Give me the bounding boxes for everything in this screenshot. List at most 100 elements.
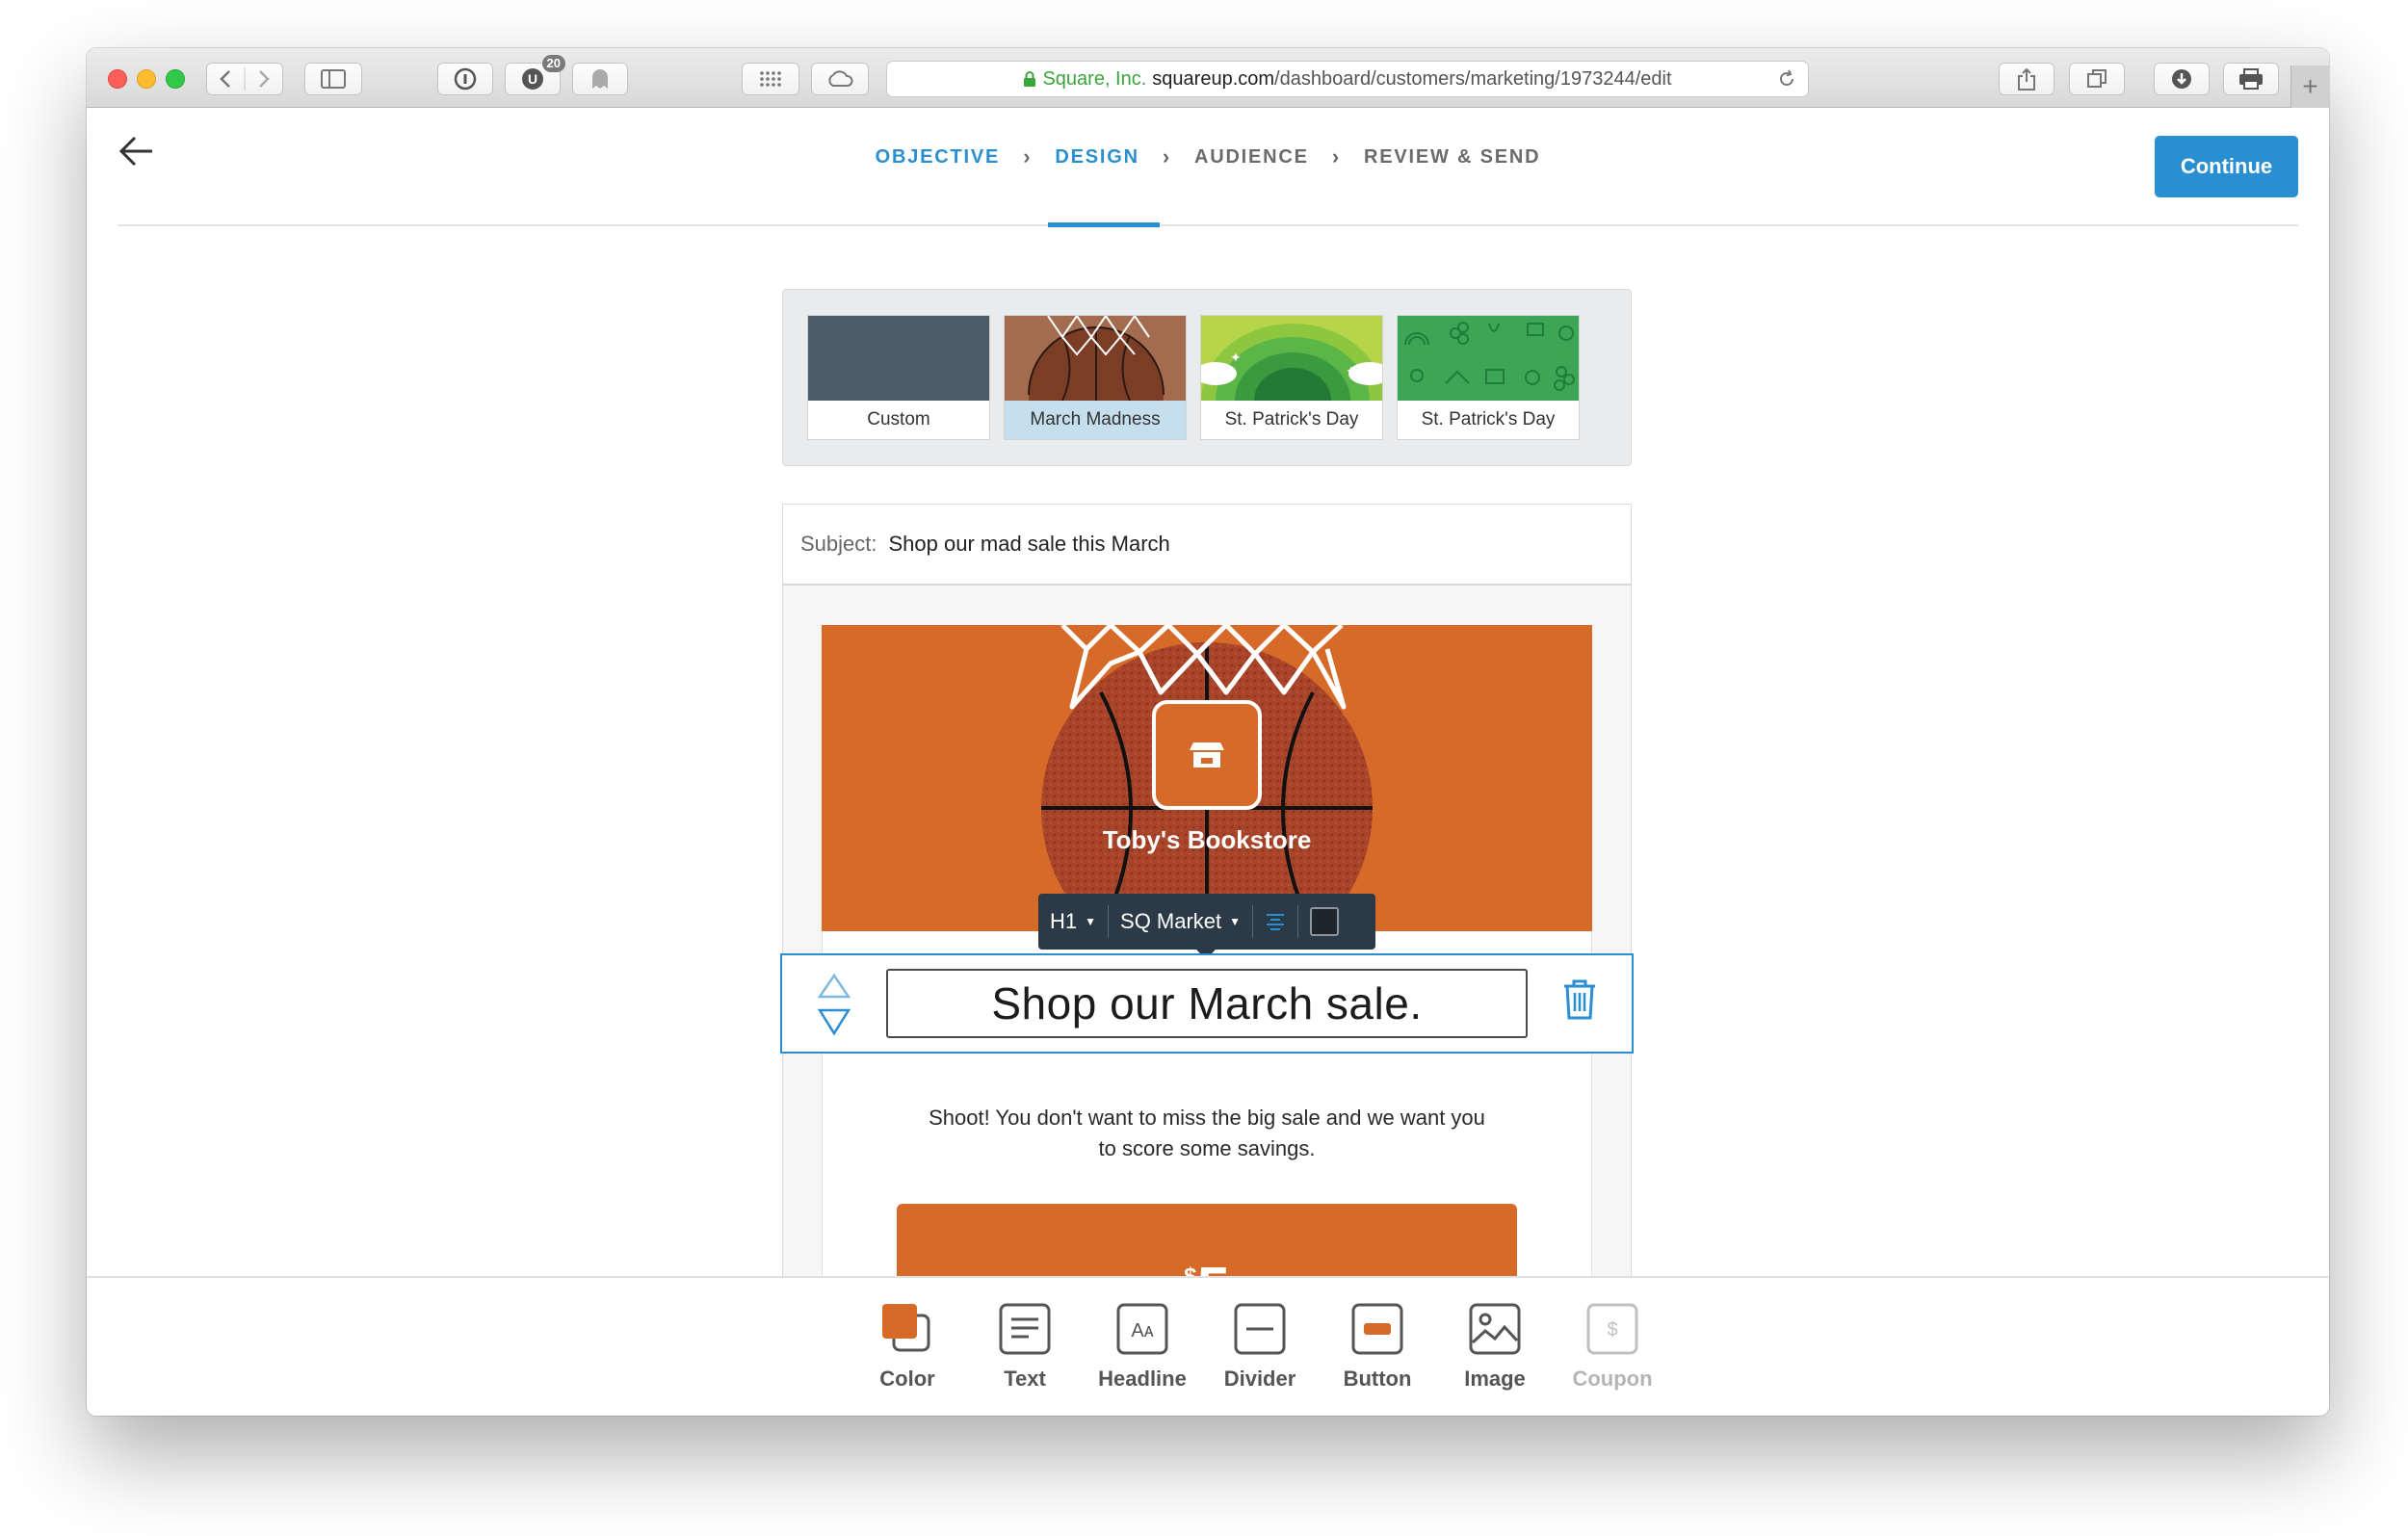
tool-label: Divider bbox=[1223, 1367, 1296, 1391]
image-icon bbox=[1442, 1299, 1548, 1359]
tool-label: Button bbox=[1343, 1367, 1412, 1391]
heading-level-dropdown[interactable]: H1 ▼ bbox=[1038, 894, 1108, 950]
caret-down-icon: ▼ bbox=[1229, 915, 1242, 928]
template-picker: Custom March Madness ✦ ✦ St. Patrick's D… bbox=[782, 289, 1632, 466]
step-audience[interactable]: AUDIENCE bbox=[1192, 146, 1311, 169]
printer-icon bbox=[2239, 68, 2263, 90]
icloud-tabs-button[interactable] bbox=[811, 63, 869, 95]
text-color-swatch bbox=[1310, 907, 1340, 936]
wizard-steps: OBJECTIVE › DESIGN › AUDIENCE › REVIEW &… bbox=[87, 144, 2329, 169]
template-label: March Madness bbox=[1005, 401, 1186, 439]
trash-icon bbox=[1564, 979, 1595, 1020]
store-name: Toby's Bookstore bbox=[1102, 825, 1312, 854]
template-march-madness[interactable]: March Madness bbox=[1004, 315, 1187, 440]
template-label: St. Patrick's Day bbox=[1421, 409, 1556, 430]
step-objective[interactable]: OBJECTIVE bbox=[874, 146, 1003, 169]
button-block-icon bbox=[1324, 1299, 1430, 1359]
headline-icon: Aᴀ bbox=[1089, 1299, 1195, 1359]
template-label: St. Patrick's Day bbox=[1224, 409, 1359, 430]
lock-icon bbox=[1024, 71, 1036, 87]
tabs-icon bbox=[2087, 69, 2107, 88]
tab-overview-button[interactable] bbox=[2069, 63, 2125, 95]
back-forward-icon bbox=[220, 67, 270, 91]
delete-block-button[interactable] bbox=[1562, 978, 1597, 1026]
tool-color[interactable]: Color bbox=[854, 1299, 960, 1392]
secure-site-label: Square, Inc. bbox=[1042, 67, 1147, 90]
minimize-window-button[interactable] bbox=[137, 69, 156, 89]
move-block-down-button[interactable] bbox=[817, 1007, 851, 1041]
text-color-button[interactable] bbox=[1298, 894, 1350, 950]
share-icon bbox=[2018, 67, 2035, 91]
tool-text[interactable]: Text bbox=[972, 1299, 1078, 1392]
storefront-icon bbox=[1188, 737, 1226, 776]
chevron-right-icon: › bbox=[1162, 144, 1171, 169]
sidebar-icon bbox=[321, 69, 346, 89]
active-step-indicator bbox=[1048, 222, 1160, 227]
reload-icon[interactable] bbox=[1777, 69, 1796, 94]
triangle-down-icon bbox=[817, 1008, 851, 1036]
move-block-up-button[interactable] bbox=[817, 973, 851, 1004]
tool-label: Image bbox=[1464, 1367, 1526, 1391]
continue-button[interactable]: Continue bbox=[2155, 136, 2298, 197]
basketball-illustration bbox=[1041, 625, 1373, 931]
header-divider bbox=[118, 224, 2298, 226]
template-custom-thumbnail bbox=[808, 316, 989, 401]
template-st-patricks-1[interactable]: ✦ ✦ St. Patrick's Day bbox=[1200, 315, 1383, 440]
template-st-patricks-1-thumbnail: ✦ ✦ bbox=[1201, 316, 1382, 401]
address-bar[interactable]: Square, Inc. squareup.com /dashboard/cus… bbox=[886, 61, 1809, 97]
template-custom[interactable]: Custom bbox=[807, 315, 990, 440]
print-button[interactable] bbox=[2223, 63, 2279, 95]
sidebar-toggle-button[interactable] bbox=[304, 63, 362, 95]
coupon-icon: $ bbox=[1559, 1299, 1665, 1359]
headline-input[interactable]: Shop our March sale. bbox=[886, 969, 1528, 1038]
template-label: Custom bbox=[867, 409, 930, 430]
tool-label: Color bbox=[879, 1367, 935, 1391]
template-st-patricks-2[interactable]: St. Patrick's Day bbox=[1397, 315, 1580, 440]
share-button[interactable] bbox=[1999, 63, 2055, 95]
svg-text:U: U bbox=[528, 71, 537, 87]
align-center-button[interactable] bbox=[1253, 894, 1297, 950]
subject-field[interactable]: Subject: Shop our mad sale this March bbox=[782, 504, 1632, 586]
ghost-icon bbox=[592, 69, 608, 89]
zoom-window-button[interactable] bbox=[166, 69, 185, 89]
back-forward-buttons[interactable] bbox=[206, 63, 283, 95]
subject-value[interactable]: Shop our mad sale this March bbox=[889, 532, 1170, 557]
caret-down-icon: ▼ bbox=[1085, 915, 1097, 928]
heading-level-value: H1 bbox=[1050, 909, 1078, 933]
ghost-extension-button[interactable] bbox=[572, 63, 628, 95]
new-tab-button[interactable]: + bbox=[2290, 65, 2329, 108]
password-manager-button[interactable] bbox=[437, 63, 493, 95]
plus-icon: + bbox=[2302, 71, 2318, 101]
cloud-icon bbox=[828, 70, 853, 87]
tool-label: Text bbox=[1004, 1367, 1046, 1391]
tool-coupon: $ Coupon bbox=[1559, 1299, 1665, 1392]
browser-toolbar: U 20 Square, Inc. squareup.com /dashboar… bbox=[87, 48, 2329, 108]
step-review-send[interactable]: REVIEW & SEND bbox=[1362, 146, 1542, 169]
tool-button[interactable]: Button bbox=[1324, 1299, 1430, 1392]
email-hero-banner[interactable]: Toby's Bookstore bbox=[822, 625, 1592, 931]
top-sites-button[interactable] bbox=[742, 63, 799, 95]
step-design[interactable]: DESIGN bbox=[1053, 146, 1140, 169]
grid-icon bbox=[760, 71, 781, 87]
tool-label: Headline bbox=[1098, 1367, 1187, 1391]
svg-text:$: $ bbox=[1607, 1319, 1617, 1341]
downloads-button[interactable] bbox=[2154, 63, 2210, 95]
add-block-toolbar: Color Text Aᴀ Headline Divider Button Im… bbox=[87, 1276, 2329, 1416]
password-manager-icon bbox=[454, 67, 477, 91]
tool-image[interactable]: Image bbox=[1442, 1299, 1548, 1392]
svg-text:Aᴀ: Aᴀ bbox=[1131, 1320, 1153, 1341]
url-path: /dashboard/customers/marketing/1973244/e… bbox=[1274, 67, 1672, 90]
tool-label: Coupon bbox=[1572, 1367, 1653, 1391]
extension-button[interactable]: U 20 bbox=[505, 55, 565, 95]
tool-headline[interactable]: Aᴀ Headline bbox=[1089, 1299, 1195, 1392]
browser-window: U 20 Square, Inc. squareup.com /dashboar… bbox=[87, 48, 2329, 1416]
font-dropdown[interactable]: SQ Market ▼ bbox=[1109, 894, 1252, 950]
tool-divider[interactable]: Divider bbox=[1207, 1299, 1313, 1392]
close-window-button[interactable] bbox=[108, 69, 127, 89]
headline-block-selected[interactable]: Shop our March sale. bbox=[780, 953, 1634, 1054]
download-icon bbox=[2172, 69, 2191, 89]
chevron-right-icon: › bbox=[1023, 144, 1033, 169]
svg-text:✦: ✦ bbox=[1346, 364, 1357, 379]
color-swatch-icon bbox=[854, 1299, 960, 1359]
email-body-text[interactable]: Shoot! You don't want to miss the big sa… bbox=[918, 1103, 1496, 1164]
